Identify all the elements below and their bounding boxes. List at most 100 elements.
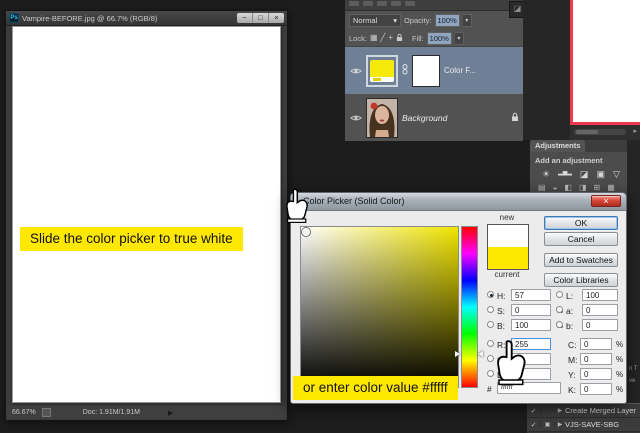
layer-filter-row <box>345 0 523 11</box>
hue-slider-arrow-left[interactable] <box>455 351 460 357</box>
k-unit: % <box>616 385 623 394</box>
k-label: K: <box>568 385 576 395</box>
a-input[interactable]: 0 <box>582 304 618 316</box>
k-input[interactable]: 0 <box>580 383 612 395</box>
hex-prefix: # <box>487 384 492 394</box>
check-icon[interactable]: ✓ <box>527 421 541 429</box>
action-name[interactable]: Create Merged Layer <box>565 406 636 415</box>
y-input[interactable]: 0 <box>580 368 612 380</box>
layer-name[interactable]: Color F... <box>444 66 519 75</box>
eye-icon[interactable] <box>349 114 362 122</box>
panel-dock <box>523 0 570 140</box>
radio-l[interactable] <box>556 291 563 298</box>
status-flyout-icon[interactable]: ▶ <box>168 409 173 417</box>
m-input[interactable]: 0 <box>580 353 612 365</box>
c-input[interactable]: 0 <box>580 338 612 350</box>
scroll-arrow-icon[interactable]: ▸ <box>633 127 637 135</box>
photo-thumbnail[interactable] <box>366 98 398 138</box>
secondary-doc-scrollbar[interactable]: ▸ <box>570 125 640 140</box>
document-window: Ps Vampire-BEFORE.jpg @ 66.7% (RGB/8) − … <box>5 10 288 421</box>
lock-position-icon[interactable]: + <box>388 34 393 42</box>
brightness-contrast-icon[interactable]: ☀ <box>542 169 550 180</box>
hand-cursor-icon <box>493 340 527 391</box>
dialog-close-button[interactable]: × <box>591 195 621 207</box>
photoshop-workspace: Ps Vampire-BEFORE.jpg @ 66.7% (RGB/8) − … <box>0 0 640 433</box>
color-picker-dialog: Color Picker (Solid Color) × new current… <box>290 192 627 404</box>
radio-h[interactable] <box>487 291 494 298</box>
document-statusbar: 66.67% Doc: 1.91M/1.91M ▶ <box>7 406 286 419</box>
action-row[interactable]: ✓ ▶ Create Merged Layer <box>527 404 640 418</box>
layer-row-color-fill[interactable]: Color F... <box>345 47 523 94</box>
doc-size: Doc: 1.91M/1.91M <box>83 409 140 416</box>
fill-label: Fill: <box>412 34 424 43</box>
layer-row-background[interactable]: Background <box>345 94 523 141</box>
occluded-panel-edge: n T ve <box>627 140 640 433</box>
action-row[interactable]: ✓ ▣ ▶ VJS-SAVE-SBG <box>527 418 640 432</box>
lock-label: Lock: <box>349 34 367 43</box>
layer-name[interactable]: Background <box>402 113 507 123</box>
hue-slider-arrow-right[interactable] <box>478 351 483 357</box>
canvas[interactable] <box>12 26 281 403</box>
opacity-dropdown-icon[interactable]: ▾ <box>463 14 472 27</box>
color-balance-icon[interactable]: ◒ <box>553 183 558 192</box>
radio-b-lab[interactable] <box>556 321 563 328</box>
levels-icon[interactable]: ▂▅▂ <box>558 169 572 180</box>
dialog-titlebar[interactable]: Color Picker (Solid Color) × <box>291 193 626 211</box>
b-lab-input[interactable]: 0 <box>582 319 618 331</box>
h-input[interactable]: 57 <box>511 289 551 301</box>
opacity-value[interactable]: 100% <box>435 14 460 27</box>
color-fill-thumbnail[interactable] <box>366 55 398 87</box>
lock-all-icon[interactable] <box>396 33 403 44</box>
lock-badge-icon <box>511 109 519 127</box>
black-white-icon[interactable]: ◧ <box>564 183 572 192</box>
maximize-button[interactable]: □ <box>252 13 268 23</box>
layer-mask-thumbnail[interactable] <box>412 55 440 87</box>
s-label: S: <box>497 306 505 316</box>
fill-dropdown-icon[interactable]: ▾ <box>455 32 464 45</box>
status-icon <box>42 408 51 417</box>
lock-pixels-icon[interactable]: ╱ <box>381 34 386 42</box>
chevron-down-icon: ▾ <box>393 16 397 25</box>
actions-panel: ✓ ▶ Create Merged Layer ✓ ▣ ▶ VJS-SAVE-S… <box>527 403 640 433</box>
color-lookup-icon[interactable]: ▦ <box>607 183 615 192</box>
lock-transparency-icon[interactable]: ▦ <box>370 34 378 42</box>
secondary-document[interactable] <box>570 0 640 125</box>
y-unit: % <box>616 370 623 379</box>
radio-a[interactable] <box>556 306 563 313</box>
l-input[interactable]: 100 <box>582 289 618 301</box>
a-label: a: <box>566 306 573 316</box>
photo-filter-icon[interactable]: ◨ <box>579 183 587 192</box>
saturation-brightness-field[interactable] <box>300 226 459 388</box>
fill-value[interactable]: 100% <box>427 32 452 45</box>
blend-mode-select[interactable]: Normal ▾ <box>349 14 401 27</box>
occluded-text: ve <box>629 378 635 384</box>
close-button[interactable]: × <box>268 13 284 23</box>
radio-b[interactable] <box>487 321 494 328</box>
opacity-label: Opacity: <box>404 16 432 25</box>
document-titlebar[interactable]: Ps Vampire-BEFORE.jpg @ 66.7% (RGB/8) − … <box>6 11 287 26</box>
y-label: Y: <box>568 370 576 380</box>
eye-icon[interactable] <box>349 67 362 75</box>
curves-icon[interactable]: ◪ <box>580 169 589 180</box>
vibrance-icon[interactable]: ▽ <box>613 169 620 180</box>
link-icon <box>402 62 408 80</box>
check-icon[interactable]: ✓ <box>527 407 541 415</box>
color-sample-ring[interactable] <box>302 228 310 236</box>
tab-adjustments[interactable]: Adjustments <box>530 140 585 152</box>
play-triangle-icon[interactable]: ▶ <box>555 421 565 428</box>
b-input[interactable]: 100 <box>511 319 551 331</box>
radio-s[interactable] <box>487 306 494 313</box>
play-triangle-icon[interactable]: ▶ <box>555 407 565 414</box>
hue-saturation-icon[interactable]: ▤ <box>538 183 546 192</box>
channel-mixer-icon[interactable]: ⊞ <box>594 183 601 192</box>
layers-panel: Normal ▾ Opacity: 100% ▾ Lock: ▦ ╱ + Fil… <box>345 0 523 138</box>
s-input[interactable]: 0 <box>511 304 551 316</box>
dialog-toggle-icon[interactable]: ▣ <box>541 421 555 428</box>
zoom-level[interactable]: 66.67% <box>12 409 36 416</box>
ps-file-icon: Ps <box>9 13 19 23</box>
document-title: Vampire-BEFORE.jpg @ 66.7% (RGB/8) <box>22 14 234 23</box>
action-name[interactable]: VJS-SAVE-SBG <box>565 420 619 429</box>
hue-slider[interactable] <box>461 226 478 388</box>
exposure-icon[interactable]: ▣ <box>596 169 605 180</box>
minimize-button[interactable]: − <box>237 13 252 23</box>
